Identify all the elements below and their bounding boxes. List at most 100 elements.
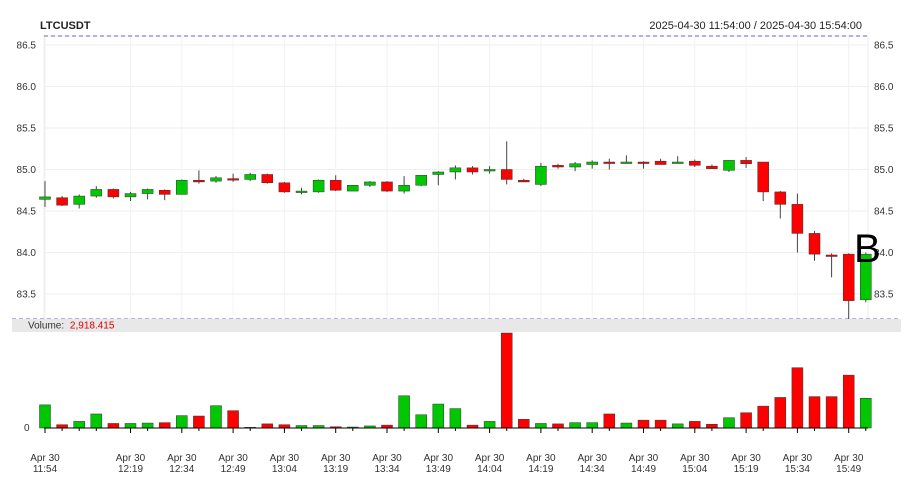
time-tick-time: 14:19 (528, 464, 553, 475)
volume-bar (483, 421, 496, 429)
volume-label: Volume: (28, 321, 64, 332)
time-tick-date: Apr 30 (424, 453, 454, 464)
candle-body (500, 169, 513, 180)
price-tick-label: 83.5 (874, 290, 894, 301)
candle-body (90, 189, 103, 197)
volume-label-line: Volume: 2,918.415 (28, 321, 115, 332)
volume-bar (757, 405, 769, 429)
price-grid (44, 36, 868, 319)
candle-body (825, 254, 838, 257)
candle-body (312, 180, 325, 193)
price-tick-label: 86.5 (874, 41, 894, 52)
candle-body (415, 175, 427, 186)
time-tick-date: Apr 30 (783, 453, 813, 464)
volume-value: 2,918.415 (70, 321, 115, 332)
candle-body (364, 181, 376, 186)
candle-body (466, 167, 479, 173)
time-tick-date: Apr 30 (834, 453, 864, 464)
candle-body (654, 160, 667, 165)
candle-body (689, 160, 701, 166)
price-panel-frame (43, 35, 869, 320)
price-tick-label: 84.0 (17, 248, 37, 259)
volume-bar (603, 413, 616, 429)
volume-bar (552, 423, 564, 429)
volume-bar (176, 415, 188, 429)
time-tick-time: 13:04 (272, 464, 297, 475)
time-tick-date: Apr 30 (526, 453, 556, 464)
volume-bar (210, 405, 222, 429)
volume-bar (842, 374, 855, 429)
time-tick-date: Apr 30 (629, 453, 659, 464)
time-tick-date: Apr 30 (321, 453, 351, 464)
volume-bar (90, 413, 103, 429)
time-tick-date: Apr 30 (30, 453, 60, 464)
time-tick-time: 15:34 (785, 464, 810, 475)
candle-body (347, 185, 359, 192)
time-axis: Apr 3011:54Apr 3012:19Apr 3012:34Apr 301… (30, 428, 867, 475)
candle-body (210, 177, 222, 182)
volume-bar (39, 404, 51, 429)
candle-body (261, 174, 274, 184)
candle-body (483, 169, 496, 172)
time-tick-time: 12:34 (169, 464, 194, 475)
volume-bar (586, 422, 598, 429)
candle-body (107, 189, 120, 198)
candle-body (552, 165, 564, 168)
volume-bar (500, 332, 513, 429)
volume-bar (740, 412, 752, 429)
volume-bar (706, 424, 718, 429)
volume-header-bar (12, 319, 901, 332)
time-tick-date: Apr 30 (116, 453, 146, 464)
candle-body (244, 174, 256, 180)
time-tick-date: Apr 30 (680, 453, 710, 464)
volume-zero-tick: 0 (24, 423, 30, 434)
time-tick-time: 13:19 (323, 464, 348, 475)
volume-bar (415, 414, 427, 429)
volume-bar (158, 422, 171, 429)
candle-body (842, 253, 855, 301)
time-tick-date: Apr 30 (270, 453, 300, 464)
candle-body (518, 180, 530, 183)
price-tick-label: 86.0 (17, 82, 37, 93)
volume-bar (449, 408, 462, 429)
price-tick-label: 86.5 (17, 41, 37, 52)
symbol-title: LTCUSDT (40, 20, 91, 32)
time-tick-date: Apr 30 (372, 453, 402, 464)
volume-bar (671, 423, 684, 429)
time-tick-date: Apr 30 (577, 453, 607, 464)
candle-body (39, 196, 51, 200)
volume-bar (141, 422, 154, 429)
candle-body (227, 178, 239, 181)
time-tick-time: 15:19 (734, 464, 759, 475)
volume-bar (518, 419, 530, 429)
volume-bar (73, 421, 85, 429)
price-tick-label: 84.5 (874, 207, 894, 218)
volume-bar (825, 396, 838, 429)
marker-letter: B (854, 227, 881, 271)
candle-body (141, 189, 154, 194)
volume-bar (124, 423, 137, 429)
volume-bar (689, 421, 701, 429)
price-tick-label: 86.0 (874, 82, 894, 93)
candle-body (774, 191, 787, 205)
volume-bar (637, 419, 650, 429)
candle-body (381, 181, 393, 192)
price-tick-label: 83.5 (17, 290, 37, 301)
time-tick-time: 13:49 (426, 464, 451, 475)
volume-bar (774, 397, 787, 429)
time-tick-time: 14:49 (631, 464, 656, 475)
candle-body (740, 160, 752, 164)
time-tick-date: Apr 30 (167, 453, 197, 464)
candle-body (56, 197, 68, 206)
candle-body (671, 161, 684, 164)
candle-body (449, 167, 462, 173)
candle-body (535, 165, 547, 185)
volume-bar (227, 410, 239, 429)
candle-body (329, 180, 342, 191)
price-tick-label: 84.5 (17, 207, 37, 218)
time-tick-time: 14:04 (477, 464, 502, 475)
volume-bar (620, 422, 633, 429)
volume-bar (569, 422, 581, 429)
time-tick-date: Apr 30 (731, 453, 761, 464)
volume-bar (261, 423, 274, 429)
